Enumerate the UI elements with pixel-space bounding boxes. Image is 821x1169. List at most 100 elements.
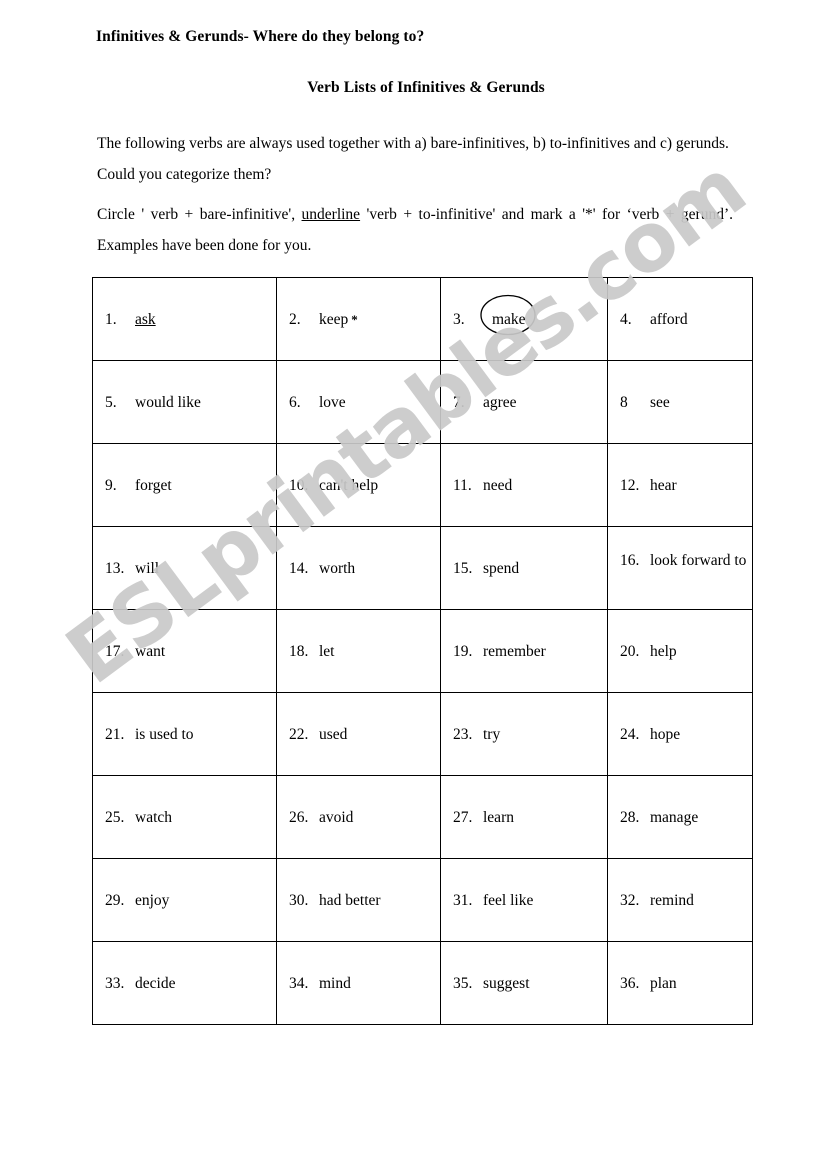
verb-number: 4. bbox=[620, 310, 632, 328]
worksheet-content: Infinitives & Gerunds- Where do they bel… bbox=[0, 0, 821, 1169]
verb-cell-content: 36. plan bbox=[608, 971, 752, 996]
verb-number: 6. bbox=[289, 393, 301, 411]
verb-cell[interactable]: 18. let bbox=[276, 609, 441, 693]
verb-cell[interactable]: 20. help bbox=[607, 609, 753, 693]
verb-number: 25. bbox=[105, 808, 125, 826]
verb-cell[interactable]: 14. worth bbox=[276, 526, 441, 610]
verb-cell[interactable]: 2. keep * bbox=[276, 277, 441, 361]
verb-cell[interactable]: 29. enjoy bbox=[92, 858, 277, 942]
verb-cell[interactable]: 27. learn bbox=[440, 775, 608, 859]
verb-number: 17. bbox=[105, 642, 125, 660]
verb-cell[interactable]: 4. afford bbox=[607, 277, 753, 361]
verb-cell-content: 28. manage bbox=[608, 805, 752, 830]
verb-word: hope bbox=[650, 725, 681, 743]
task-text-part2: 'verb + to-infinitive' and mark a '*' fo… bbox=[360, 206, 675, 223]
verb-cell[interactable]: 8 see bbox=[607, 360, 753, 444]
verb-cell-content: 26. avoid bbox=[277, 805, 440, 830]
worksheet-page: ESLprintables.com Infinitives & Gerunds-… bbox=[0, 0, 821, 1169]
verb-cell[interactable]: 26. avoid bbox=[276, 775, 441, 859]
verb-word: will bbox=[135, 559, 160, 577]
verb-number: 15. bbox=[453, 559, 473, 577]
verb-cell[interactable]: 22. used bbox=[276, 692, 441, 776]
verb-cell[interactable]: 11. need bbox=[440, 443, 608, 527]
verb-word: forget bbox=[135, 476, 172, 494]
table-row: 1. ask 2. keep * 3. make 4. afford bbox=[92, 277, 753, 361]
verb-number: 27. bbox=[453, 808, 473, 826]
verb-number: 18. bbox=[289, 642, 309, 660]
verb-number: 14. bbox=[289, 559, 309, 577]
verb-word: worth bbox=[319, 559, 356, 577]
verb-number: 23. bbox=[453, 725, 473, 743]
verb-cell[interactable]: 16. look forward to bbox=[607, 526, 753, 610]
table-row: 5. would like 6. love 7. agree 8 see bbox=[92, 360, 753, 444]
verb-cell[interactable]: 36. plan bbox=[607, 941, 753, 1025]
verb-table-body: 1. ask 2. keep * 3. make 4. afford 5. would like 6.… bbox=[92, 277, 753, 1025]
verb-number: 12. bbox=[620, 476, 640, 494]
verb-cell[interactable]: 3. make bbox=[440, 277, 608, 361]
verb-cell[interactable]: 15. spend bbox=[440, 526, 608, 610]
verb-number: 9. bbox=[105, 476, 117, 494]
verb-cell-content: 29. enjoy bbox=[93, 888, 276, 913]
verb-cell[interactable]: 12. hear bbox=[607, 443, 753, 527]
verb-cell[interactable]: 9. forget bbox=[92, 443, 277, 527]
verb-word: hear bbox=[650, 476, 677, 494]
verb-cell-content: 33. decide bbox=[93, 971, 276, 996]
verb-cell[interactable]: 24. hope bbox=[607, 692, 753, 776]
verb-cell-content: 5. would like bbox=[93, 390, 276, 415]
verb-number: 26. bbox=[289, 808, 309, 826]
verb-cell[interactable]: 30. had better bbox=[276, 858, 441, 942]
verb-number: 8 bbox=[620, 393, 628, 411]
verb-cell[interactable]: 5. would like bbox=[92, 360, 277, 444]
verb-word: remember bbox=[483, 642, 546, 660]
verb-number: 7. bbox=[453, 393, 465, 411]
verb-cell[interactable]: 33. decide bbox=[92, 941, 277, 1025]
verb-word: agree bbox=[483, 393, 517, 411]
verb-word: look forward to bbox=[650, 552, 747, 569]
verb-cell[interactable]: 31. feel like bbox=[440, 858, 608, 942]
verb-cell[interactable]: 23. try bbox=[440, 692, 608, 776]
verb-cell-content: 3. make bbox=[441, 294, 607, 335]
task-underline-keyword: underline bbox=[301, 206, 361, 223]
verb-cell-content: 14. worth bbox=[277, 556, 440, 581]
verb-cell[interactable]: 34. mind bbox=[276, 941, 441, 1025]
verb-cell-content: 4. afford bbox=[608, 307, 752, 332]
circled-verb-make: make bbox=[480, 294, 536, 335]
verb-cell-content: 27. learn bbox=[441, 805, 607, 830]
verb-word: plan bbox=[650, 974, 677, 992]
verb-cell-content: 25. watch bbox=[93, 805, 276, 830]
verb-word: had better bbox=[319, 891, 381, 909]
verb-word: try bbox=[483, 725, 501, 743]
table-row: 25. watch 26. avoid 27. learn 28. manage bbox=[92, 775, 753, 859]
verb-cell[interactable]: 17. want bbox=[92, 609, 277, 693]
verb-cell-content: 19. remember bbox=[441, 639, 607, 664]
verb-cell-content: 35. suggest bbox=[441, 971, 607, 996]
verb-cell[interactable]: 1. ask bbox=[92, 277, 277, 361]
verb-cell-content: 7. agree bbox=[441, 390, 607, 415]
verb-word: feel like bbox=[483, 891, 534, 909]
verb-number: 10. bbox=[289, 476, 309, 494]
verb-cell[interactable]: 19. remember bbox=[440, 609, 608, 693]
verb-cell[interactable]: 6. love bbox=[276, 360, 441, 444]
verb-cell-content: 9. forget bbox=[93, 473, 276, 498]
verb-word: ask bbox=[135, 310, 156, 328]
verb-cell[interactable]: 25. watch bbox=[92, 775, 277, 859]
verb-cell-content: 1. ask bbox=[93, 307, 276, 332]
verb-word: let bbox=[319, 642, 335, 660]
verb-number: 28. bbox=[620, 808, 640, 826]
verb-cell-content: 6. love bbox=[277, 390, 440, 415]
verb-word: avoid bbox=[319, 808, 354, 826]
verb-cell[interactable]: 28. manage bbox=[607, 775, 753, 859]
verb-cell[interactable]: 32. remind bbox=[607, 858, 753, 942]
verb-number: 19. bbox=[453, 642, 473, 660]
verb-number: 29. bbox=[105, 891, 125, 909]
verb-word: keep bbox=[319, 310, 349, 328]
verb-cell[interactable]: 13. will bbox=[92, 526, 277, 610]
verb-word: manage bbox=[650, 808, 699, 826]
verb-cell[interactable]: 35. suggest bbox=[440, 941, 608, 1025]
verb-cell[interactable]: 7. agree bbox=[440, 360, 608, 444]
verb-cell[interactable]: 21. is used to bbox=[92, 692, 277, 776]
verb-number: 3. bbox=[453, 310, 465, 328]
verb-cell[interactable]: 10. can't help bbox=[276, 443, 441, 527]
verb-number: 2. bbox=[289, 310, 301, 328]
verb-cell-content: 22. used bbox=[277, 722, 440, 747]
